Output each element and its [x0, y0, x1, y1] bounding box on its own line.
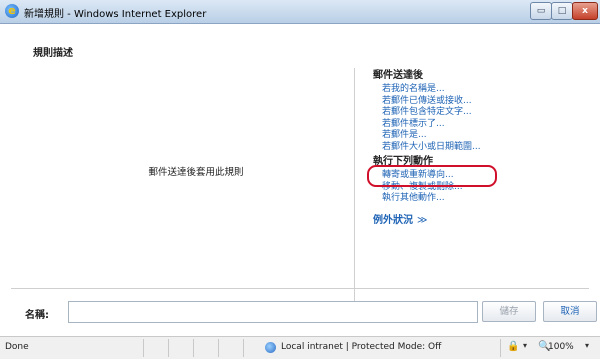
status-segment-divider [500, 339, 501, 357]
panel-divider [354, 68, 355, 304]
save-button[interactable]: 儲存 [482, 301, 536, 322]
zoom-dropdown-icon[interactable]: ▾ [585, 341, 589, 350]
minimize-button[interactable]: ▭ [530, 2, 552, 20]
zoom-level[interactable]: 100% [548, 342, 574, 352]
condition-link-contains-text[interactable]: 若郵件包含特定文字... [373, 107, 593, 119]
action-link-forward-redirect[interactable]: 轉寄或重新導向... [367, 165, 593, 187]
footer-divider [11, 288, 589, 289]
condition-link-flagged[interactable]: 若郵件標示了... [373, 119, 593, 131]
status-segment-divider [143, 339, 144, 357]
zone-status-text[interactable]: Local intranet | Protected Mode: Off [281, 342, 441, 352]
status-segment-divider [168, 339, 169, 357]
condition-link-is-message[interactable]: 若郵件是... [373, 130, 593, 142]
status-bar: Done Local intranet | Protected Mode: Of… [0, 336, 600, 359]
condition-link-my-name[interactable]: 若我的名稱是... [373, 84, 593, 96]
highlight-oval [367, 165, 497, 187]
condition-link-sent-received[interactable]: 若郵件已傳送或接收... [373, 96, 593, 108]
maximize-button[interactable]: □ [551, 2, 573, 20]
status-segment-divider [218, 339, 219, 357]
rule-name-input[interactable] [68, 301, 478, 323]
title-bar: e 新增規則 - Windows Internet Explorer ▭ □ x [0, 0, 600, 24]
chevron-double-down-icon: ≫ [417, 214, 428, 226]
status-text: Done [5, 342, 29, 352]
status-segment-divider [193, 339, 194, 357]
window-title: 新增規則 - Windows Internet Explorer [24, 9, 207, 20]
status-segment-divider [243, 339, 244, 357]
close-button[interactable]: x [572, 2, 598, 20]
condition-link-size-date[interactable]: 若郵件大小或日期範圍... [373, 142, 593, 154]
rule-editor: 規則描述 郵件送達後套用此規則 郵件送達後 若我的名稱是... 若郵件已傳送或接… [11, 28, 589, 304]
action-link-other-actions[interactable]: 執行其他動作... [373, 193, 593, 205]
intranet-zone-icon [265, 342, 276, 353]
exceptions-toggle[interactable]: 例外狀況 ≫ [373, 215, 593, 229]
security-icon[interactable]: 🔒 [507, 341, 519, 352]
conditions-heading: 郵件送達後 [373, 70, 423, 81]
exceptions-label: 例外狀況 [373, 214, 413, 226]
rule-description-text: 郵件送達後套用此規則 [148, 167, 244, 178]
rule-description-heading: 規則描述 [33, 48, 73, 59]
rule-options-panel: 郵件送達後 若我的名稱是... 若郵件已傳送或接收... 若郵件包含特定文字..… [367, 70, 593, 229]
name-label: 名稱: [25, 310, 49, 321]
chevron-down-icon[interactable]: ▾ [523, 341, 527, 350]
cancel-button[interactable]: 取消 [543, 301, 597, 322]
internet-explorer-icon: e [5, 4, 19, 18]
